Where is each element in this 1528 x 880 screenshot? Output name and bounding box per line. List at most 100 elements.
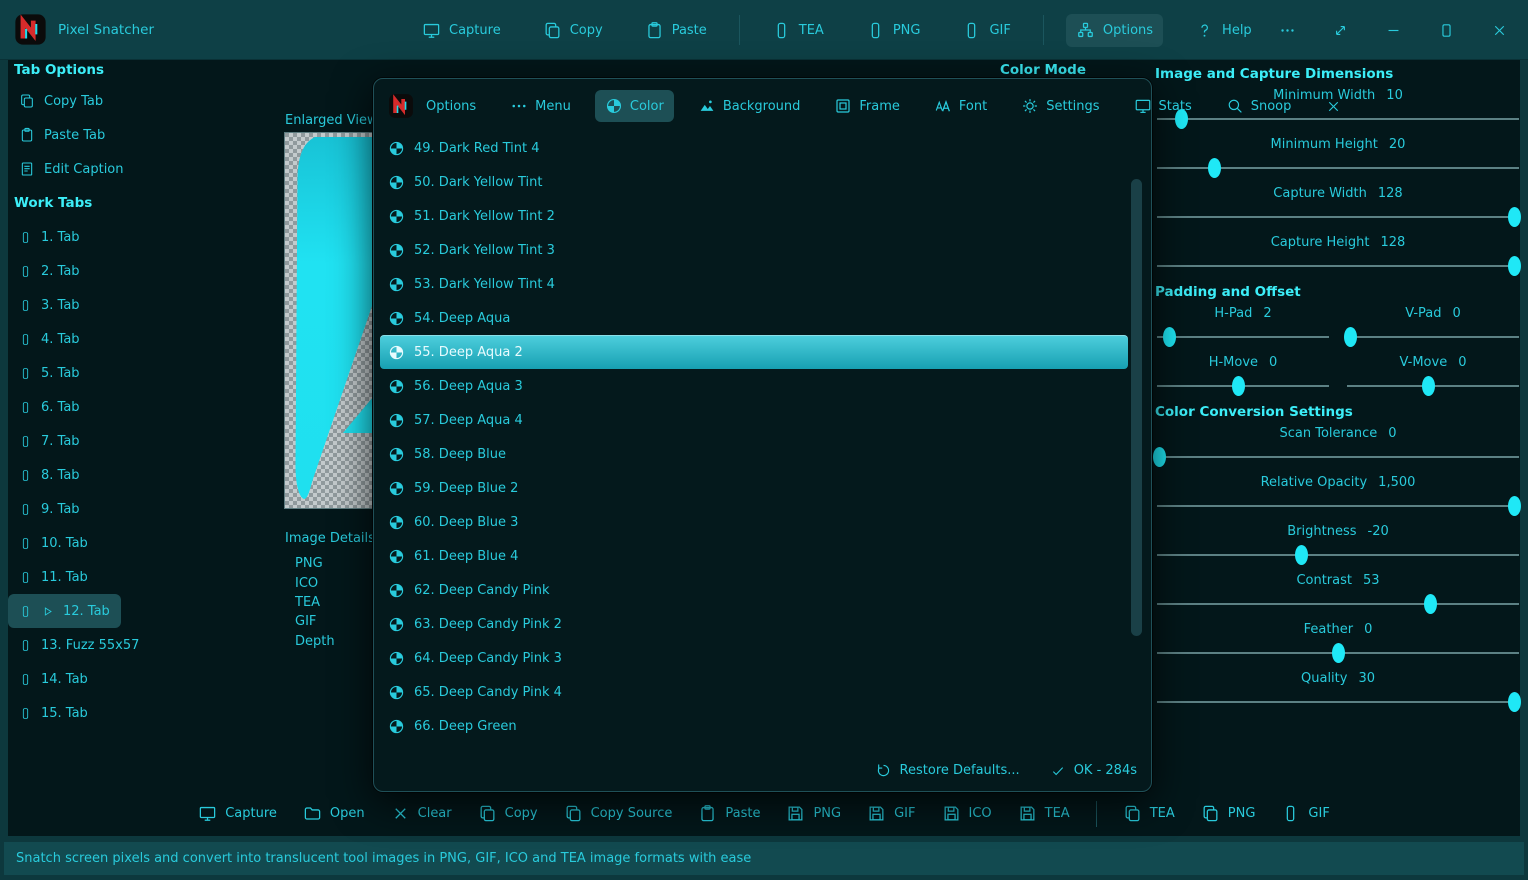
color-list-scrollbar[interactable]: [1131, 179, 1142, 636]
feather-slider-thumb[interactable]: [1332, 643, 1345, 663]
scan-tolerance-slider-thumb[interactable]: [1153, 447, 1166, 467]
dialog-tab-background[interactable]: Background: [688, 90, 811, 122]
color-item-63-deep-candy-pink-2[interactable]: 63. Deep Candy Pink 2: [380, 607, 1128, 641]
ok-button[interactable]: OK - 284s: [1050, 763, 1137, 779]
v-pad-slider-thumb[interactable]: [1344, 327, 1357, 347]
bottombar-tea-button[interactable]: TEA: [1123, 804, 1175, 823]
topbar-copy-button[interactable]: Copy: [533, 14, 613, 47]
feather-slider-track[interactable]: [1155, 642, 1521, 665]
dialog-tab-font[interactable]: Font: [924, 90, 997, 122]
color-item-59-deep-blue-2[interactable]: 59. Deep Blue 2: [380, 471, 1128, 505]
restore-defaults-button[interactable]: Restore Defaults...: [875, 762, 1020, 779]
color-item-60-deep-blue-3[interactable]: 60. Deep Blue 3: [380, 505, 1128, 539]
color-item-57-deep-aqua-4[interactable]: 57. Deep Aqua 4: [380, 403, 1128, 437]
contrast-slider-thumb[interactable]: [1424, 594, 1437, 614]
bottombar-gif-button[interactable]: GIF: [1281, 804, 1329, 823]
work-tab-9-tab[interactable]: 9. Tab: [8, 492, 91, 526]
color-item-49-dark-red-tint-4[interactable]: 49. Dark Red Tint 4: [380, 131, 1128, 165]
work-tab-1-tab[interactable]: 1. Tab: [8, 220, 91, 254]
dialog-tab-menu[interactable]: Menu: [500, 90, 581, 122]
contrast-slider-track[interactable]: [1155, 593, 1521, 616]
brightness-slider-track[interactable]: [1155, 544, 1521, 567]
v-move-slider-track[interactable]: [1345, 375, 1521, 398]
dialog-tab-frame[interactable]: Frame: [824, 90, 910, 122]
bottombar-png-button[interactable]: PNG: [1201, 804, 1256, 823]
color-item-53-dark-yellow-tint-4[interactable]: 53. Dark Yellow Tint 4: [380, 267, 1128, 301]
v-move-slider-thumb[interactable]: [1422, 376, 1435, 396]
bottombar-clear-button[interactable]: Clear: [391, 804, 452, 823]
work-tab-8-tab[interactable]: 8. Tab: [8, 458, 91, 492]
bottombar-ico-button[interactable]: ICO: [942, 804, 992, 823]
minimum-height-slider-track[interactable]: [1155, 157, 1521, 180]
topbar-paste-button[interactable]: Paste: [635, 14, 717, 47]
bottombar-tea-button[interactable]: TEA: [1018, 804, 1070, 823]
maximize-button[interactable]: [1438, 22, 1455, 39]
color-item-54-deep-aqua[interactable]: 54. Deep Aqua: [380, 301, 1128, 335]
work-tab-5-tab[interactable]: 5. Tab: [8, 356, 91, 390]
color-item-56-deep-aqua-3[interactable]: 56. Deep Aqua 3: [380, 369, 1128, 403]
bottombar-paste-button[interactable]: Paste: [698, 804, 760, 823]
work-tab-2-tab[interactable]: 2. Tab: [8, 254, 91, 288]
h-move-slider-track[interactable]: [1155, 375, 1331, 398]
topbar-tea-button[interactable]: TEA: [762, 14, 834, 47]
dialog-tab-snoop[interactable]: Snoop: [1216, 90, 1302, 122]
dialog-tab-settings[interactable]: Settings: [1011, 90, 1109, 122]
work-tab-13-fuzz-55x57[interactable]: 13. Fuzz 55x57: [8, 628, 150, 662]
bottombar-png-button[interactable]: PNG: [786, 804, 841, 823]
v-pad-slider-track[interactable]: [1345, 326, 1521, 349]
more-button[interactable]: [1279, 22, 1296, 39]
color-item-58-deep-blue[interactable]: 58. Deep Blue: [380, 437, 1128, 471]
relative-opacity-slider-track[interactable]: [1155, 495, 1521, 518]
color-item-64-deep-candy-pink-3[interactable]: 64. Deep Candy Pink 3: [380, 641, 1128, 675]
work-tab-10-tab[interactable]: 10. Tab: [8, 526, 99, 560]
h-move-slider-thumb[interactable]: [1232, 376, 1245, 396]
dialog-close-button[interactable]: [1325, 98, 1342, 115]
bottombar-capture-button[interactable]: Capture: [198, 804, 277, 823]
brightness-slider-thumb[interactable]: [1295, 545, 1308, 565]
topbar-png-button[interactable]: PNG: [856, 14, 931, 47]
scan-tolerance-slider-track[interactable]: [1155, 446, 1521, 469]
bottombar-gif-button[interactable]: GIF: [867, 804, 915, 823]
color-item-65-deep-candy-pink-4[interactable]: 65. Deep Candy Pink 4: [380, 675, 1128, 709]
sidebar-edit-caption-button[interactable]: Edit Caption: [8, 152, 135, 186]
topbar-options-button[interactable]: Options: [1066, 14, 1163, 47]
work-tab-11-tab[interactable]: 11. Tab: [8, 560, 99, 594]
color-item-50-dark-yellow-tint[interactable]: 50. Dark Yellow Tint: [380, 165, 1128, 199]
work-tab-14-tab[interactable]: 14. Tab: [8, 662, 99, 696]
color-item-55-deep-aqua-2[interactable]: 55. Deep Aqua 2: [380, 335, 1128, 369]
close-button[interactable]: [1491, 22, 1508, 39]
color-item-66-deep-green[interactable]: 66. Deep Green: [380, 709, 1128, 743]
expand-button[interactable]: [1332, 22, 1349, 39]
sidebar-paste-tab-button[interactable]: Paste Tab: [8, 118, 116, 152]
topbar-capture-button[interactable]: Capture: [412, 14, 511, 47]
capture-width-slider-track[interactable]: [1155, 206, 1521, 229]
work-tab-4-tab[interactable]: 4. Tab: [8, 322, 91, 356]
color-item-62-deep-candy-pink[interactable]: 62. Deep Candy Pink: [380, 573, 1128, 607]
bottombar-copy-source-button[interactable]: Copy Source: [564, 804, 673, 823]
work-tab-15-tab[interactable]: 15. Tab: [8, 696, 99, 730]
dialog-tab-stats[interactable]: Stats: [1124, 90, 1202, 122]
topbar-help-button[interactable]: Help: [1185, 14, 1262, 47]
relative-opacity-slider-thumb[interactable]: [1508, 496, 1521, 516]
minimize-button[interactable]: [1385, 22, 1402, 39]
bottombar-copy-button[interactable]: Copy: [478, 804, 538, 823]
color-item-52-dark-yellow-tint-3[interactable]: 52. Dark Yellow Tint 3: [380, 233, 1128, 267]
bottombar-open-button[interactable]: Open: [303, 804, 365, 823]
work-tab-12-tab[interactable]: 12. Tab: [8, 594, 121, 628]
topbar-gif-button[interactable]: GIF: [952, 14, 1020, 47]
work-tab-6-tab[interactable]: 6. Tab: [8, 390, 91, 424]
capture-height-slider-track[interactable]: [1155, 255, 1521, 278]
minimum-height-slider-thumb[interactable]: [1208, 158, 1221, 178]
dialog-tab-color[interactable]: Color: [595, 90, 674, 122]
h-pad-slider-track[interactable]: [1155, 326, 1331, 349]
work-tab-3-tab[interactable]: 3. Tab: [8, 288, 91, 322]
capture-width-slider-thumb[interactable]: [1508, 207, 1521, 227]
capture-height-slider-thumb[interactable]: [1508, 256, 1521, 276]
sidebar-copy-tab-button[interactable]: Copy Tab: [8, 84, 114, 118]
work-tab-7-tab[interactable]: 7. Tab: [8, 424, 91, 458]
quality-slider-track[interactable]: [1155, 691, 1521, 714]
color-item-61-deep-blue-4[interactable]: 61. Deep Blue 4: [380, 539, 1128, 573]
color-item-51-dark-yellow-tint-2[interactable]: 51. Dark Yellow Tint 2: [380, 199, 1128, 233]
quality-slider-thumb[interactable]: [1508, 692, 1521, 712]
h-pad-slider-thumb[interactable]: [1163, 327, 1176, 347]
